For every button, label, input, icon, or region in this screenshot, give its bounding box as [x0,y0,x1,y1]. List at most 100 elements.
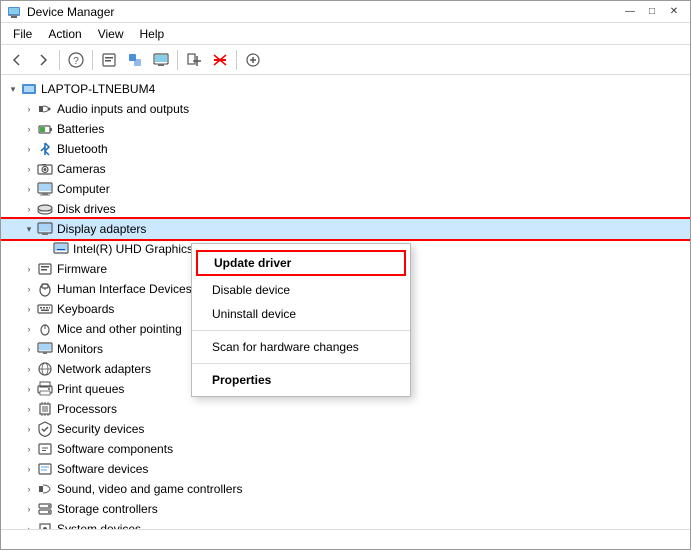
cameras-icon [37,161,53,177]
toolbar-sep4 [236,50,237,70]
context-menu: Update driver Disable device Uninstall d… [191,243,411,397]
monitors-expand[interactable]: › [21,341,37,357]
status-bar [1,529,690,549]
toolbar-add[interactable] [182,48,206,72]
toolbar-help[interactable]: ? [64,48,88,72]
print-expand[interactable]: › [21,381,37,397]
bluetooth-expand[interactable]: › [21,141,37,157]
tree-item-computer[interactable]: › Computer [1,179,690,199]
sound-expand[interactable]: › [21,481,37,497]
computer-icon [37,181,53,197]
system-label: System devices [57,522,141,529]
toolbar-remove[interactable] [208,48,232,72]
system-expand[interactable]: › [21,521,37,529]
display-expand[interactable]: ▾ [21,221,37,237]
network-icon [37,361,53,377]
tree-item-system[interactable]: › System devices [1,519,690,529]
hid-label: Human Interface Devices [57,282,192,296]
tree-item-audio[interactable]: › Audio inputs and outputs [1,99,690,119]
display-label: Display adapters [57,222,146,236]
ctx-properties[interactable]: Properties [192,368,410,392]
sw-components-icon [37,441,53,457]
keyboards-expand[interactable]: › [21,301,37,317]
monitors-label: Monitors [57,342,103,356]
toolbar-back[interactable] [5,48,29,72]
ctx-scan-hardware[interactable]: Scan for hardware changes [192,335,410,359]
security-expand[interactable]: › [21,421,37,437]
tree-item-display[interactable]: ▾ Display adapters [1,219,690,239]
storage-icon [37,501,53,517]
network-label: Network adapters [57,362,151,376]
svg-text:?: ? [73,56,79,67]
firmware-expand[interactable]: › [21,261,37,277]
sw-devices-expand[interactable]: › [21,461,37,477]
tree-item-processors[interactable]: › Processors [1,399,690,419]
audio-icon [37,101,53,117]
ctx-sep1 [192,330,410,331]
monitors-icon [37,341,53,357]
network-expand[interactable]: › [21,361,37,377]
sw-devices-label: Software devices [57,462,148,476]
keyboards-icon [37,301,53,317]
toolbar-sep2 [92,50,93,70]
title-bar: Device Manager — □ ✕ [1,1,690,23]
toolbar-sep3 [177,50,178,70]
batteries-expand[interactable]: › [21,121,37,137]
root-expand[interactable]: ▾ [5,81,21,97]
disk-icon [37,201,53,217]
tree-root[interactable]: ▾ LAPTOP-LTNEBUM4 [1,79,690,99]
intel-icon [53,241,69,257]
toolbar-scan[interactable] [123,48,147,72]
bluetooth-icon [37,141,53,157]
hid-expand[interactable]: › [21,281,37,297]
security-label: Security devices [57,422,144,436]
sound-label: Sound, video and game controllers [57,482,242,496]
bluetooth-label: Bluetooth [57,142,108,156]
maximize-button[interactable]: □ [642,5,662,19]
tree-item-security[interactable]: › Security devices [1,419,690,439]
tree-item-sound[interactable]: › Sound, video and game controllers [1,479,690,499]
mice-icon [37,321,53,337]
menu-item-file[interactable]: File [5,25,40,43]
ctx-disable-device[interactable]: Disable device [192,278,410,302]
tree-item-sw-devices[interactable]: › Software devices [1,459,690,479]
ctx-sep2 [192,363,410,364]
menu-item-help[interactable]: Help [132,25,173,43]
toolbar-properties[interactable] [97,48,121,72]
processors-icon [37,401,53,417]
print-label: Print queues [57,382,124,396]
tree-item-batteries[interactable]: › Batteries [1,119,690,139]
tree-item-bluetooth[interactable]: › Bluetooth [1,139,690,159]
intel-expand [37,241,53,257]
close-button[interactable]: ✕ [664,5,684,19]
menu-item-view[interactable]: View [90,25,132,43]
system-icon [37,521,53,529]
storage-expand[interactable]: › [21,501,37,517]
menu-item-action[interactable]: Action [40,25,89,43]
minimize-button[interactable]: — [620,5,640,19]
mice-expand[interactable]: › [21,321,37,337]
toolbar-sep1 [59,50,60,70]
firmware-icon [37,261,53,277]
firmware-label: Firmware [57,262,107,276]
sw-components-expand[interactable]: › [21,441,37,457]
computer-expand[interactable]: › [21,181,37,197]
disk-expand[interactable]: › [21,201,37,217]
toolbar-forward[interactable] [31,48,55,72]
audio-label: Audio inputs and outputs [57,102,189,116]
ctx-uninstall-device[interactable]: Uninstall device [192,302,410,326]
tree-item-cameras[interactable]: › Cameras [1,159,690,179]
window-title: Device Manager [27,5,114,19]
root-label: LAPTOP-LTNEBUM4 [41,82,155,96]
tree-item-sw-components[interactable]: › Software components [1,439,690,459]
cameras-expand[interactable]: › [21,161,37,177]
batteries-icon [37,121,53,137]
toolbar-monitor[interactable] [149,48,173,72]
ctx-update-driver[interactable]: Update driver [196,250,406,276]
processors-expand[interactable]: › [21,401,37,417]
tree-item-storage[interactable]: › Storage controllers [1,499,690,519]
toolbar-update[interactable] [241,48,265,72]
print-icon [37,381,53,397]
tree-item-disk[interactable]: › Disk drives [1,199,690,219]
audio-expand[interactable]: › [21,101,37,117]
